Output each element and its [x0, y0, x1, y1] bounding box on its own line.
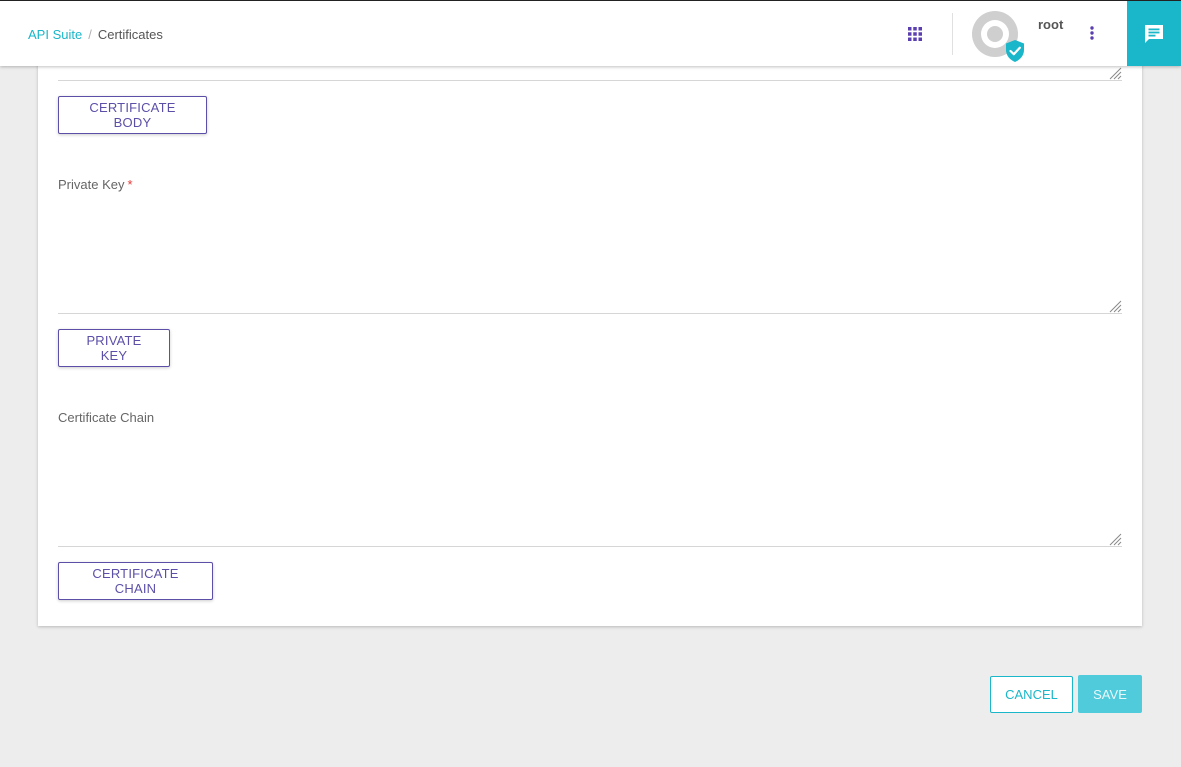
cancel-button[interactable]: CANCEL	[990, 676, 1073, 713]
resize-handle-icon[interactable]	[1108, 532, 1122, 546]
private-key-underline	[58, 313, 1122, 314]
chat-button[interactable]	[1127, 1, 1181, 66]
user-name[interactable]: root	[1038, 17, 1063, 32]
certificate-form-card: CERTIFICATE BODY Private Key * PRIVATE KE…	[38, 0, 1142, 626]
breadcrumb-api-suite-link[interactable]: API Suite	[28, 27, 82, 42]
save-button[interactable]: SAVE	[1078, 675, 1142, 713]
private-key-textarea[interactable]	[58, 198, 1122, 310]
private-key-label: Private Key *	[58, 177, 133, 192]
certificate-chain-label: Certificate Chain	[58, 410, 154, 425]
chat-icon	[1145, 24, 1163, 43]
required-marker: *	[127, 177, 133, 192]
resize-handle-icon[interactable]	[1108, 66, 1122, 80]
verified-shield-icon	[1006, 40, 1024, 62]
certificate-chain-underline	[58, 546, 1122, 547]
private-key-label-text: Private Key	[58, 177, 125, 192]
breadcrumb-current: Certificates	[97, 27, 163, 42]
topbar-divider	[952, 13, 953, 55]
more-vert-icon[interactable]	[1082, 21, 1102, 45]
certificate-body-underline	[58, 80, 1122, 81]
top-app-bar: API Suite / Certificates root	[0, 0, 1181, 66]
private-key-upload-button[interactable]: PRIVATE KEY	[58, 329, 170, 367]
certificate-chain-label-text: Certificate Chain	[58, 410, 155, 425]
breadcrumb-separator: /	[88, 27, 92, 42]
resize-handle-icon[interactable]	[1108, 299, 1122, 313]
certificate-chain-textarea[interactable]	[58, 431, 1122, 543]
apps-grid-icon[interactable]	[902, 21, 928, 47]
certificate-body-upload-button[interactable]: CERTIFICATE BODY	[58, 96, 207, 134]
breadcrumb: API Suite / Certificates	[28, 27, 163, 42]
avatar-logo-core	[987, 26, 1003, 42]
certificate-chain-upload-button[interactable]: CERTIFICATE CHAIN	[58, 562, 213, 600]
